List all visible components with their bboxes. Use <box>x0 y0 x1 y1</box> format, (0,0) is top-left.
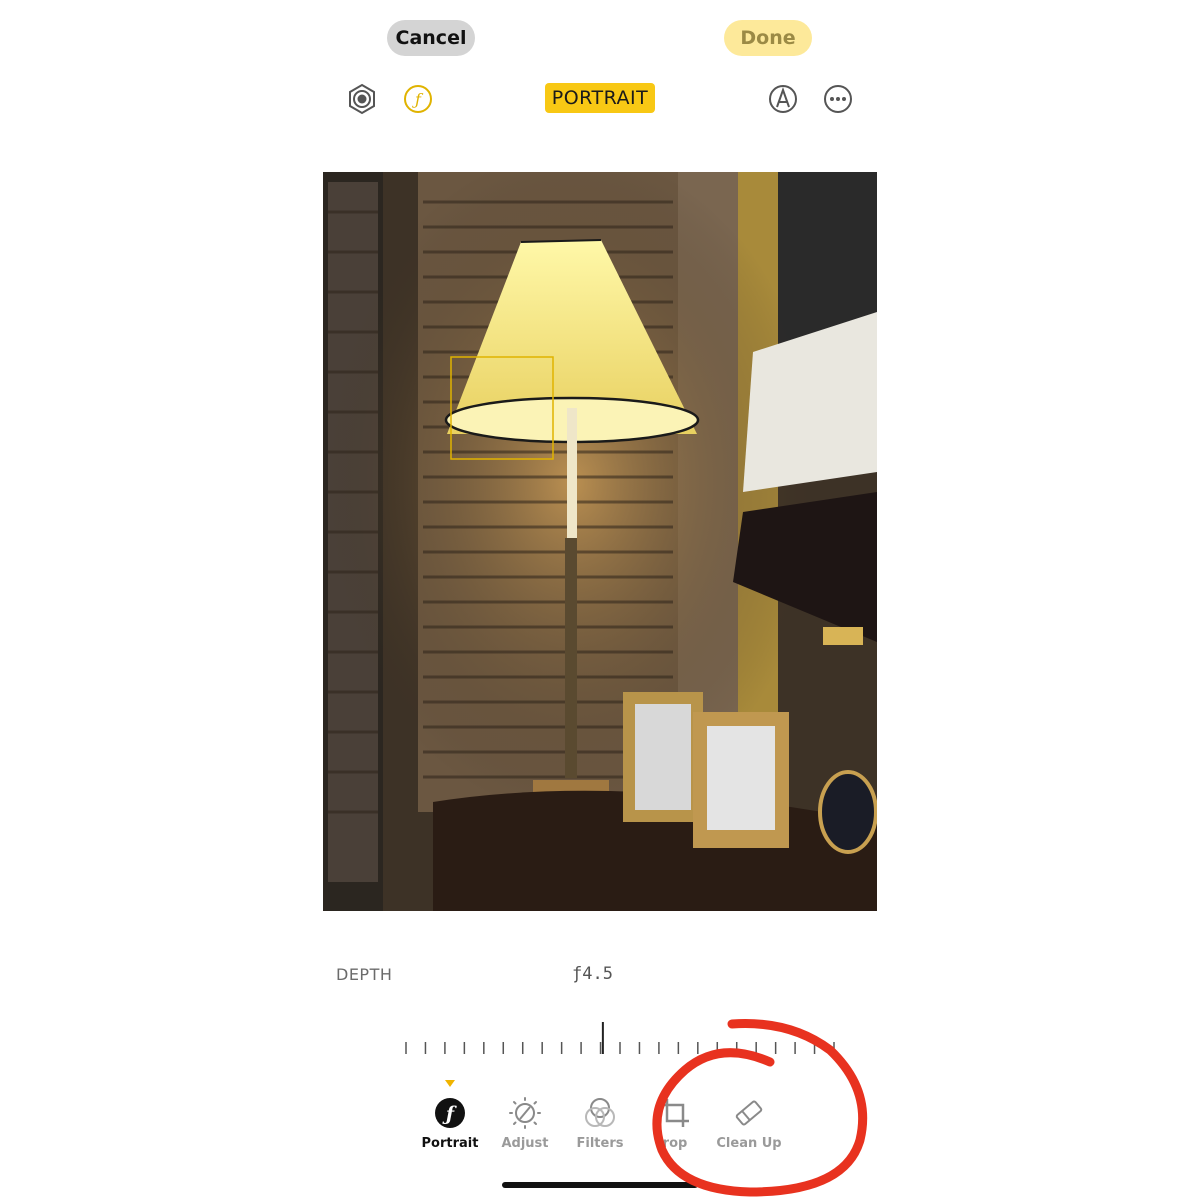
selected-tab-indicator <box>445 1080 455 1087</box>
done-button[interactable]: Done <box>724 20 812 56</box>
more-ellipsis-icon[interactable] <box>821 82 855 116</box>
home-indicator <box>502 1182 698 1188</box>
filters-circles-icon <box>585 1098 615 1127</box>
live-photo-icon[interactable] <box>345 82 379 116</box>
adjust-dial-icon <box>509 1097 541 1129</box>
tab-label: Clean Up <box>716 1136 782 1151</box>
depth-slider[interactable] <box>400 1018 840 1058</box>
markup-pen-icon[interactable] <box>766 82 800 116</box>
tab-clean-up[interactable]: Clean Up <box>704 1096 794 1156</box>
depth-value: ƒ4.5 <box>572 964 613 984</box>
cancel-button[interactable]: Cancel <box>387 20 475 56</box>
crop-icon <box>661 1099 689 1127</box>
photo-preview[interactable] <box>323 172 877 911</box>
depth-label: DEPTH <box>336 965 393 984</box>
aperture-f-icon[interactable]: ƒ <box>401 82 435 116</box>
portrait-mode-badge[interactable]: PORTRAIT <box>545 83 655 113</box>
portrait-f-icon: ƒ <box>435 1098 465 1128</box>
svg-text:ƒ: ƒ <box>412 90 424 109</box>
eraser-icon <box>735 1100 763 1126</box>
